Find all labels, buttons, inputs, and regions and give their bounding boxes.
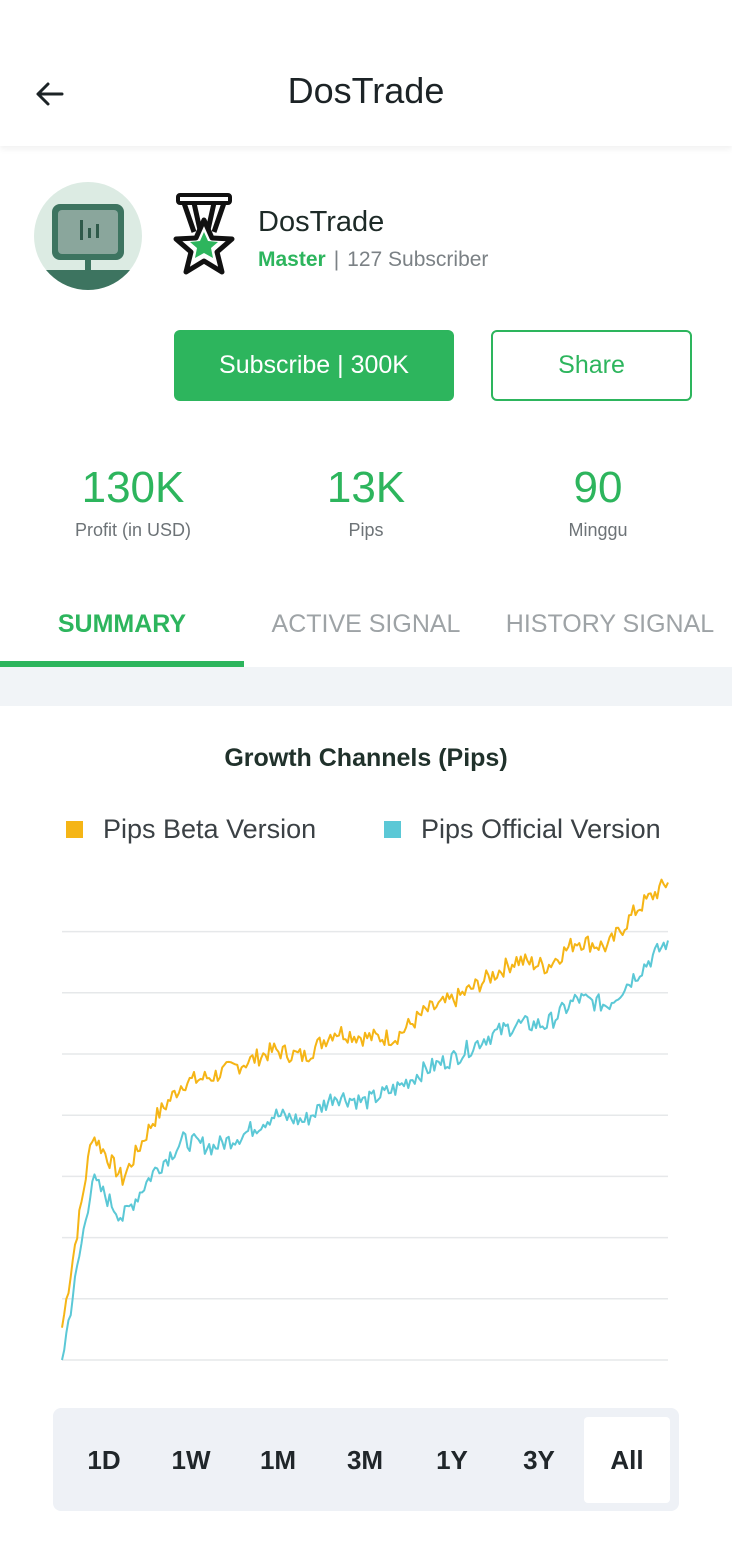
growth-chart bbox=[61, 878, 669, 1361]
tab-history-signal[interactable]: HISTORY SIGNAL bbox=[488, 580, 732, 668]
series-line-official bbox=[61, 940, 669, 1361]
range-1w-button[interactable]: 1W bbox=[148, 1417, 234, 1503]
series-line-beta bbox=[61, 878, 669, 1328]
range-1d-button[interactable]: 1D bbox=[61, 1417, 147, 1503]
stat-weeks: 90 Minggu bbox=[476, 460, 720, 541]
stat-profit: 130K Profit (in USD) bbox=[11, 460, 255, 541]
stat-pips: 13K Pips bbox=[244, 460, 488, 541]
stats-row: 130K Profit (in USD) 13K Pips 90 Minggu bbox=[0, 460, 732, 560]
trader-name: DosTrade bbox=[258, 206, 385, 238]
tab-active-signal[interactable]: ACTIVE SIGNAL bbox=[244, 580, 488, 668]
stat-label: Pips bbox=[348, 520, 384, 540]
subscribe-button[interactable]: Subscribe | 300K bbox=[174, 330, 454, 401]
app-bar: DosTrade bbox=[0, 0, 732, 146]
trader-meta: Master | 127 Subscriber bbox=[258, 248, 488, 272]
range-selector: 1D 1W 1M 3M 1Y 3Y All bbox=[53, 1408, 679, 1511]
level-label: Master bbox=[258, 248, 326, 271]
page-title: DosTrade bbox=[287, 70, 445, 111]
master-medal-icon bbox=[170, 192, 238, 282]
share-button[interactable]: Share bbox=[491, 330, 692, 401]
range-1y-button[interactable]: 1Y bbox=[409, 1417, 495, 1503]
range-3m-button[interactable]: 3M bbox=[322, 1417, 408, 1503]
subscriber-count: 127 Subscriber bbox=[347, 248, 489, 271]
stat-label: Minggu bbox=[568, 520, 628, 540]
chart-card: Growth Channels (Pips) Pips Beta Version… bbox=[0, 706, 732, 1547]
range-1m-button[interactable]: 1M bbox=[235, 1417, 321, 1503]
stat-value: 13K bbox=[326, 463, 406, 512]
range-all-button[interactable]: All bbox=[584, 1417, 670, 1503]
avatar bbox=[34, 182, 142, 290]
stat-label: Profit (in USD) bbox=[74, 520, 191, 540]
meta-separator: | bbox=[333, 248, 340, 271]
stat-value: 90 bbox=[573, 463, 623, 512]
tab-summary[interactable]: SUMMARY bbox=[0, 580, 244, 668]
range-3y-button[interactable]: 3Y bbox=[496, 1417, 582, 1503]
stat-value: 130K bbox=[81, 463, 185, 512]
section-divider bbox=[0, 667, 732, 706]
tab-bar: SUMMARY ACTIVE SIGNAL HISTORY SIGNAL bbox=[0, 580, 732, 668]
